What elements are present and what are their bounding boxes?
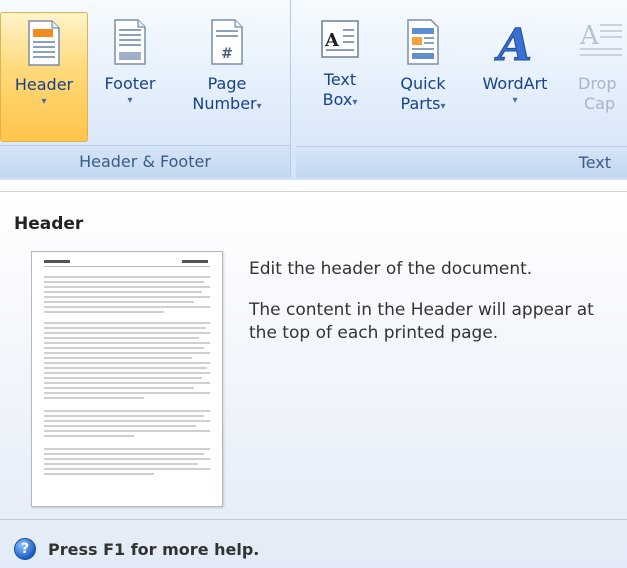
tooltip-title: Header [14,214,84,234]
tooltip-divider [0,519,627,520]
footer-button[interactable]: Footer ▾ [90,12,170,142]
quick-parts-button[interactable]: Quick Parts▾ [386,12,460,142]
quick-parts-label-line2: Parts [400,94,441,113]
header-footer-group-label: Header & Footer [0,145,290,178]
drop-cap-icon: A [579,21,622,56]
tooltip-description: Edit the header of the document. The con… [249,258,609,363]
tooltip-detail: The content in the Header will appear at… [249,300,594,343]
page-number-label-row: Number▾ [174,94,280,117]
chevron-down-icon: ▾ [352,97,358,108]
wordart-label: WordArt [482,74,548,93]
drop-cap-label-line2: Cap [584,94,616,113]
text-box-label-line1: Text [323,70,357,89]
page-number-label-line2: Number [192,94,257,113]
drop-cap-glyph: A [579,21,600,51]
page-number-button[interactable]: # Page Number▾ [174,12,280,142]
header-icon [28,20,60,66]
footer-icon [114,19,146,65]
quick-parts-label-line1: Quick [400,74,446,93]
chevron-down-icon: ▾ [256,101,262,112]
text-group-label: Text [296,146,627,178]
header-label: Header [14,75,74,94]
help-row: ? Press F1 for more help. [14,537,259,561]
header-button[interactable]: Header ▾ [0,12,88,142]
text-box-button[interactable]: A Text Box▾ [304,12,376,142]
tooltip-summary: Edit the header of the document. [249,259,533,279]
text-box-label-row: Box▾ [304,90,376,113]
document-preview-image [44,260,210,475]
quick-parts-label-row: Parts▾ [386,94,460,117]
quick-parts-icon [407,19,439,65]
header-preview-thumbnail [31,251,223,507]
chevron-down-icon: ▾ [512,95,518,106]
help-icon: ? [14,538,36,560]
drop-cap-button[interactable]: A Drop Cap [570,12,627,142]
wordart-icon: A [493,20,532,67]
text-box-label-line2: Box [322,90,353,109]
help-text: Press F1 for more help. [48,539,260,559]
chevron-down-icon: ▾ [41,96,47,107]
drop-cap-label-line1: Drop [578,74,617,93]
header-footer-group: Header ▾ Footer ▾ # Page Number▾ Header … [0,0,291,178]
text-group: A Text Box▾ Quick Parts▾ A WordArt ▾ A D… [296,0,627,178]
header-tooltip: Header Edit the header of the document. … [0,191,627,568]
page-number-icon: # [211,19,243,65]
wordart-button[interactable]: A WordArt ▾ [468,12,562,142]
page-number-label-line1: Page [207,74,247,93]
chevron-down-icon: ▾ [127,95,133,106]
ribbon: Header ▾ Footer ▾ # Page Number▾ Header … [0,0,627,180]
wordart-glyph: A [494,20,532,66]
chevron-down-icon: ▾ [440,101,446,112]
text-box-glyph: A [324,30,340,51]
page-number-glyph: # [221,46,233,62]
text-box-icon: A [321,20,359,58]
footer-label: Footer [104,74,156,93]
